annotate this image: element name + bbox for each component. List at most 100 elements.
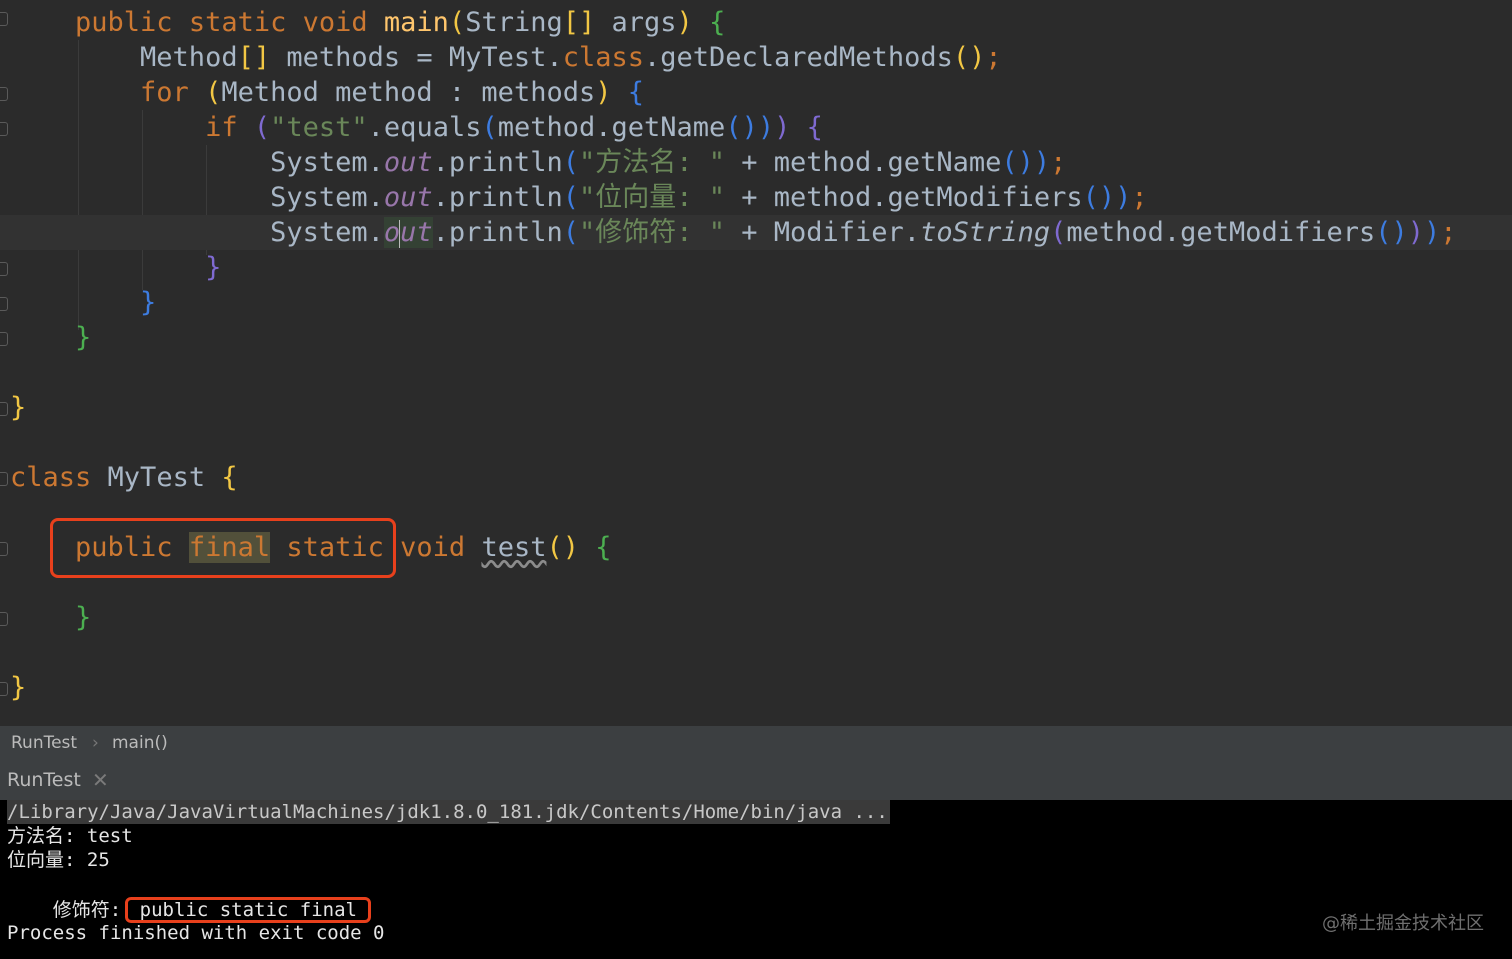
code-token: public static void <box>75 7 384 38</box>
code-token: { <box>709 7 726 38</box>
code-line[interactable]: public static void main(String[] args) { <box>10 5 1512 40</box>
code-line[interactable]: System.out.println("修饰符: " + Modifier.to… <box>0 215 1512 250</box>
fold-marker-icon[interactable] <box>0 297 8 311</box>
code-line[interactable]: class MyTest { <box>10 460 1512 495</box>
code-token: ) <box>676 7 693 38</box>
code-token: + method.getModifiers <box>725 182 1083 213</box>
tab-runtest[interactable]: RunTest <box>0 760 81 800</box>
code-token: System. <box>10 217 384 248</box>
code-token: () <box>1082 182 1116 213</box>
run-tab-bar: RunTest ✕ <box>0 760 1512 800</box>
console-output-line: 位向量: 25 <box>7 849 110 871</box>
code-token: ; <box>1440 217 1457 248</box>
fold-marker-icon[interactable] <box>0 87 8 101</box>
code-token: } <box>75 602 92 633</box>
console-exit-line: Process finished with exit code 0 <box>7 922 385 944</box>
code-token: ( <box>481 112 498 143</box>
code-line[interactable]: System.out.println("位向量: " + method.getM… <box>10 180 1512 215</box>
code-token: () <box>1001 147 1034 178</box>
breadcrumb-method[interactable]: main() <box>112 726 168 760</box>
breadcrumb-separator: › <box>92 733 99 753</box>
code-line[interactable]: } <box>10 320 1512 355</box>
code-token: [] <box>237 42 271 73</box>
code-token: ) <box>1407 217 1425 248</box>
code-line[interactable] <box>10 355 1512 390</box>
modifiers-highlight-box <box>50 518 396 578</box>
code-token: o <box>383 217 401 248</box>
code-token: ( <box>1050 217 1067 248</box>
code-line[interactable]: } <box>10 285 1512 320</box>
code-token: for <box>140 77 206 108</box>
code-token: "修饰符: " <box>578 217 725 248</box>
code-line[interactable] <box>10 635 1512 670</box>
code-token: { <box>221 462 238 493</box>
code-token: ) <box>757 112 775 143</box>
code-token: "方法名: " <box>578 147 725 178</box>
code-token: } <box>205 252 222 283</box>
code-token: ) <box>774 112 791 143</box>
code-token: ) <box>595 77 612 108</box>
code-token: method.getModifiers <box>1066 217 1376 248</box>
code-token: () <box>952 42 986 73</box>
fold-marker-icon[interactable] <box>0 12 8 26</box>
code-token: .println <box>432 147 563 178</box>
code-token: [] <box>562 7 596 38</box>
modifier-label: 修饰符: <box>52 899 122 921</box>
code-token: class <box>10 462 108 493</box>
code-token: method.getName <box>497 112 726 143</box>
code-token: } <box>10 392 27 423</box>
code-token: System. <box>10 182 384 213</box>
code-token: } <box>10 672 27 703</box>
fold-marker-icon[interactable] <box>0 472 8 486</box>
code-token: + Modifier. <box>725 217 921 248</box>
code-token: MyTest <box>107 462 222 493</box>
code-line[interactable]: for (Method method : methods) { <box>10 75 1512 110</box>
code-editor[interactable]: public static void main(String[] args) {… <box>0 0 1512 726</box>
code-token: } <box>75 322 92 353</box>
code-token: out <box>383 182 433 213</box>
code-line[interactable]: } <box>10 390 1512 425</box>
fold-marker-icon[interactable] <box>0 402 8 416</box>
breadcrumb-class[interactable]: RunTest <box>11 726 77 760</box>
fold-marker-icon[interactable] <box>0 122 8 136</box>
code-token: .equals <box>367 112 482 143</box>
code-token: ( <box>562 217 579 248</box>
fold-marker-icon[interactable] <box>0 332 8 346</box>
code-token: .println <box>432 182 563 213</box>
code-token: ( <box>448 7 466 38</box>
code-line[interactable]: } <box>10 670 1512 705</box>
code-token: { <box>595 532 612 563</box>
fold-marker-icon[interactable] <box>0 612 8 626</box>
code-line[interactable]: if ("test".equals(method.getName())) { <box>10 110 1512 145</box>
fold-marker-icon[interactable] <box>0 682 8 696</box>
code-token: class <box>562 42 644 73</box>
code-token: toString <box>920 217 1051 248</box>
code-token: ; <box>985 42 1002 73</box>
code-token: } <box>140 287 157 318</box>
close-icon[interactable]: ✕ <box>92 760 109 800</box>
code-line[interactable] <box>10 425 1512 460</box>
code-line[interactable]: System.out.println("方法名: " + method.getN… <box>10 145 1512 180</box>
run-console[interactable]: /Library/Java/JavaVirtualMachines/jdk1.8… <box>0 800 1512 959</box>
console-output-line: 方法名: test <box>7 825 133 847</box>
console-command[interactable]: /Library/Java/JavaVirtualMachines/jdk1.8… <box>7 800 890 824</box>
code-token: + method.getName <box>725 147 1002 178</box>
code-token: ; <box>1131 182 1148 213</box>
fold-marker-icon[interactable] <box>0 542 8 556</box>
code-token: if <box>205 112 254 143</box>
code-token: () <box>546 532 579 563</box>
watermark: @稀土掘金技术社区 <box>1322 913 1484 934</box>
code-line[interactable]: } <box>10 600 1512 635</box>
fold-marker-icon[interactable] <box>0 262 8 276</box>
code-line[interactable]: } <box>10 250 1512 285</box>
code-line[interactable]: Method[] methods = MyTest.class.getDecla… <box>10 40 1512 75</box>
code-token: () <box>1375 217 1408 248</box>
